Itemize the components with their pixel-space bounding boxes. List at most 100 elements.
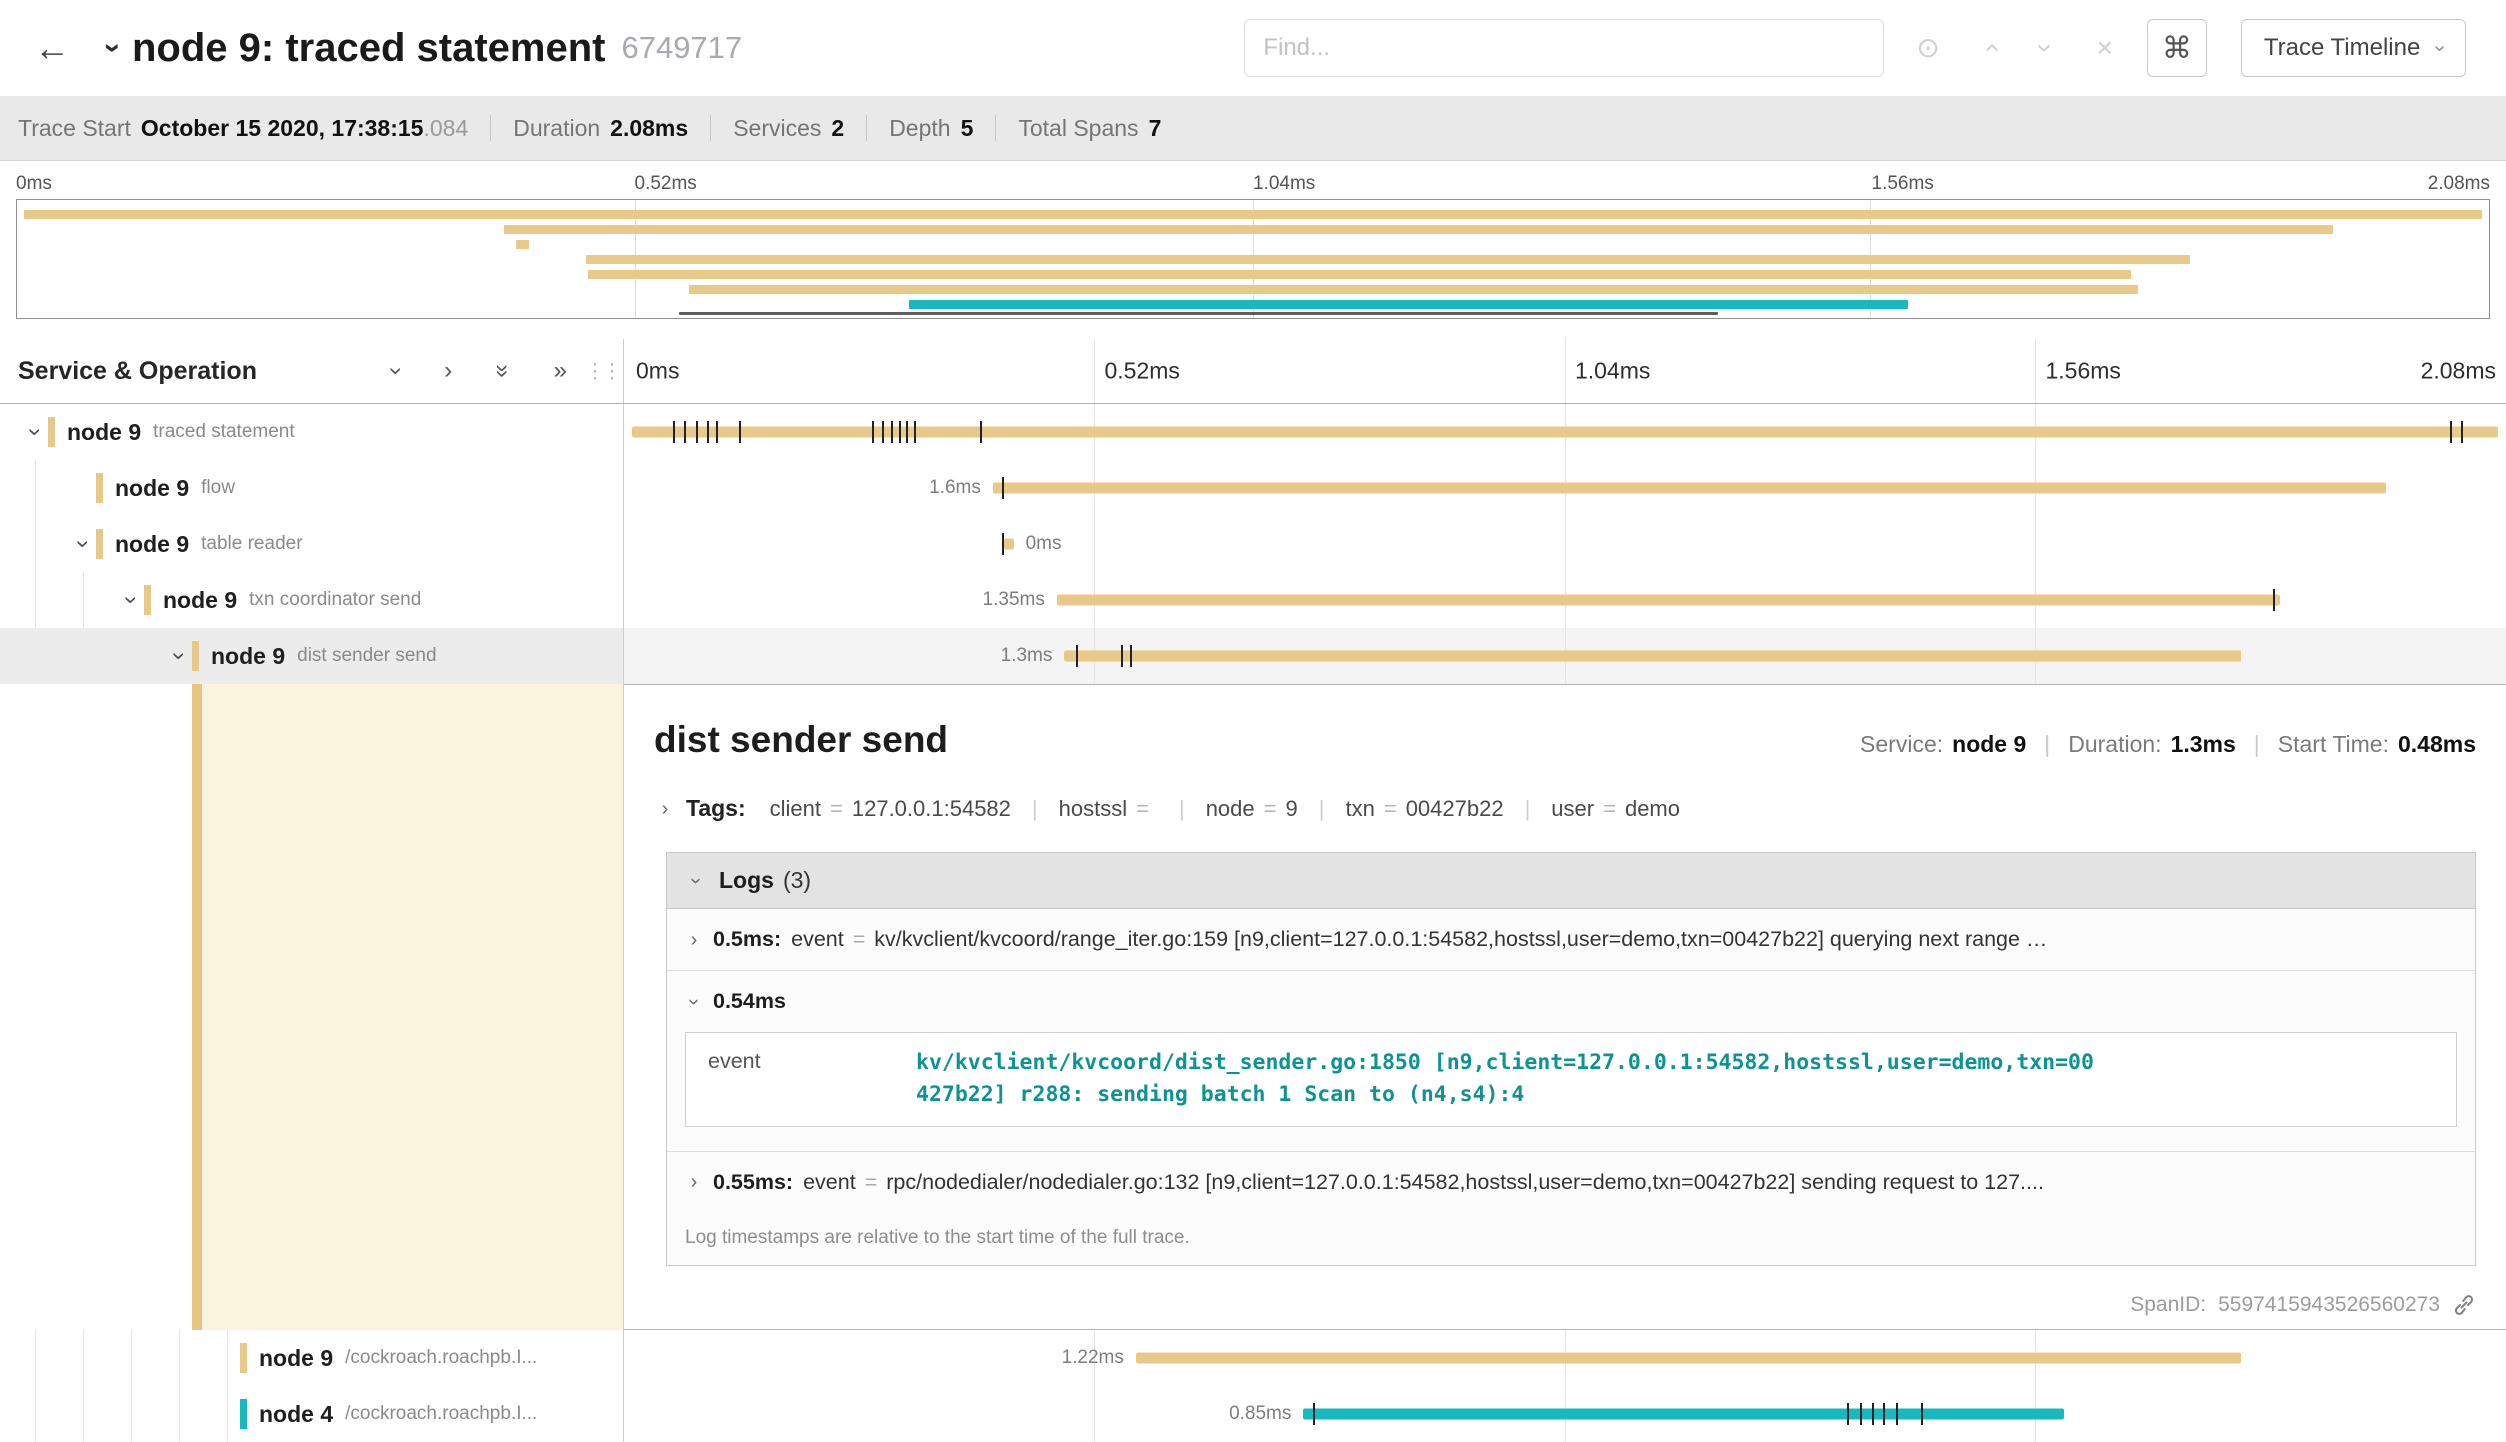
operation-name: dist sender send [297, 645, 436, 667]
tag-value: demo [1625, 796, 1680, 822]
summary-label: Depth [889, 115, 950, 142]
column-resizer-handle[interactable]: ⋮⋮ [585, 359, 619, 384]
back-button[interactable]: ← [28, 26, 76, 70]
next-match-icon[interactable]: › [2031, 37, 2061, 58]
axis-tick: 1.56ms [2046, 358, 2121, 385]
minimap-canvas[interactable] [16, 199, 2490, 319]
collapse-trace-header-icon[interactable]: › [96, 43, 130, 53]
summary-label: Total Spans [1018, 115, 1138, 142]
service-name: node 9 [163, 587, 237, 614]
logs-footnote: Log timestamps are relative to the start… [667, 1213, 2475, 1265]
log-field-value: kv/kvclient/kvcoord/dist_sender.go:1850 … [916, 1033, 2456, 1126]
selected-span-highlight [202, 684, 623, 1330]
span-row-txn-coordinator-send[interactable]: › node 9 txn coordinator send 1.35ms [0, 572, 2506, 628]
timeline-header: Service & Operation › › » » ⋮⋮ 0ms 0.52m… [0, 339, 2506, 404]
collapse-all-icon[interactable]: » [490, 358, 516, 383]
summary-label: Services [733, 115, 821, 142]
find-controls: ⊙ › › × [1910, 33, 2118, 63]
axis-tick: 0ms [16, 173, 52, 195]
find-input[interactable] [1244, 19, 1884, 77]
axis-tick: 2.08ms [2421, 358, 2496, 385]
collapse-one-icon[interactable]: › [383, 361, 409, 381]
expand-all-icon[interactable]: » [548, 358, 573, 384]
tags-label: Tags: [686, 795, 746, 822]
chevron-down-icon: › [684, 991, 704, 1013]
equals-sign: = [853, 927, 866, 952]
operation-name: /cockroach.roachpb.I... [345, 1347, 537, 1369]
meta-label: Service: [1860, 731, 1943, 758]
service-name: node 9 [211, 643, 285, 670]
tag-key: node [1206, 796, 1255, 822]
log-field-key: event [686, 1033, 916, 1126]
summary-value: 5 [961, 115, 974, 142]
log-row[interactable]: › 0.54ms [683, 985, 2459, 1014]
logs-count: (3) [783, 867, 811, 894]
span-detail-row: dist sender send Service: node 9 | Durat… [0, 684, 2506, 1330]
log-row[interactable]: › 0.55ms: event = rpc/nodedialer/nodedia… [667, 1152, 2475, 1213]
duration-label: 1.6ms [929, 477, 981, 499]
span-row-roachpb-node4[interactable]: › node 4 /cockroach.roachpb.I... 0.85ms [0, 1386, 2506, 1442]
keyboard-shortcuts-button[interactable]: ⌘ [2147, 19, 2207, 77]
span-color-bar [48, 417, 55, 447]
equals-sign: = [865, 1170, 878, 1195]
log-row[interactable]: › 0.5ms: event = kv/kvclient/kvcoord/ran… [667, 909, 2475, 971]
logs-header[interactable]: › Logs (3) [667, 853, 2475, 909]
tag-value: 00427b22 [1406, 796, 1504, 822]
axis-tick: 1.04ms [1575, 358, 1650, 385]
tree-controls: › › » » [386, 358, 573, 384]
chevron-right-icon: › [654, 799, 676, 819]
detail-span-meta: Service: node 9 | Duration: 1.3ms | Star… [1860, 731, 2476, 758]
clear-search-icon[interactable]: × [2090, 33, 2118, 63]
page-title: node 9: traced statement [132, 26, 605, 71]
detail-span-title: dist sender send [654, 719, 948, 761]
collapse-children-icon[interactable]: › [23, 419, 47, 445]
span-row-flow[interactable]: › node 9 flow 1.6ms [0, 460, 2506, 516]
prev-match-icon[interactable]: › [1975, 37, 2005, 58]
operation-name: table reader [201, 533, 302, 555]
chevron-down-icon: › [2428, 45, 2451, 52]
summary-value: 7 [1149, 115, 1162, 142]
duration-label: 1.35ms [983, 589, 1045, 611]
locate-span-icon[interactable]: ⊙ [1910, 33, 1945, 63]
span-rows: › node 9 traced statement › node 9 flow … [0, 404, 2506, 1442]
span-row-traced-statement[interactable]: › node 9 traced statement [0, 404, 2506, 460]
span-bar[interactable] [993, 483, 2386, 494]
span-bar[interactable] [1303, 1409, 2063, 1420]
span-row-table-reader[interactable]: › node 9 table reader 0ms [0, 516, 2506, 572]
tags-row[interactable]: › Tags: client=127.0.0.1:54582 | hostssl… [624, 795, 2506, 822]
collapse-children-icon[interactable]: › [119, 587, 143, 613]
divider: | [1179, 796, 1185, 822]
span-bar[interactable] [1057, 595, 2280, 606]
trace-view-label: Trace Timeline [2264, 34, 2421, 62]
divider [490, 115, 491, 141]
span-color-bar [96, 529, 103, 559]
span-bar[interactable] [632, 427, 2499, 438]
span-bar[interactable] [1136, 1353, 2241, 1364]
link-icon[interactable] [2452, 1293, 2476, 1317]
divider [995, 115, 996, 141]
service-operation-title: Service & Operation [18, 357, 257, 386]
axis-tick: 2.08ms [2428, 173, 2490, 195]
trace-view-dropdown[interactable]: Trace Timeline › [2241, 19, 2466, 77]
span-id: SpanID: 5597415943526560273 [2130, 1293, 2476, 1317]
span-bar[interactable] [1004, 539, 1013, 550]
log-timestamp: 0.54ms [713, 989, 786, 1014]
divider: | [1319, 796, 1325, 822]
duration-label: 1.22ms [1062, 1347, 1124, 1369]
service-name: node 9 [67, 419, 141, 446]
span-bar[interactable] [1064, 651, 2240, 662]
selected-span-indent-column [0, 684, 624, 1330]
log-field-value: rpc/nodedialer/nodedialer.go:132 [n9,cli… [886, 1170, 2044, 1195]
chevron-right-icon: › [683, 930, 705, 950]
span-row-dist-sender-send[interactable]: › node 9 dist sender send 1.3ms [0, 628, 2506, 684]
expand-one-icon[interactable]: › [438, 358, 458, 384]
axis-tick: 0.52ms [1105, 358, 1180, 385]
span-color-bar [144, 585, 151, 615]
summary-value: October 15 2020, 17:38:15 [141, 115, 424, 142]
collapse-children-icon[interactable]: › [167, 643, 191, 669]
equals-sign: = [1136, 796, 1149, 822]
span-row-roachpb-node9[interactable]: › node 9 /cockroach.roachpb.I... 1.22ms [0, 1330, 2506, 1386]
span-color-bar [240, 1343, 247, 1373]
summary-label: Duration [513, 115, 600, 142]
collapse-children-icon[interactable]: › [71, 531, 95, 557]
